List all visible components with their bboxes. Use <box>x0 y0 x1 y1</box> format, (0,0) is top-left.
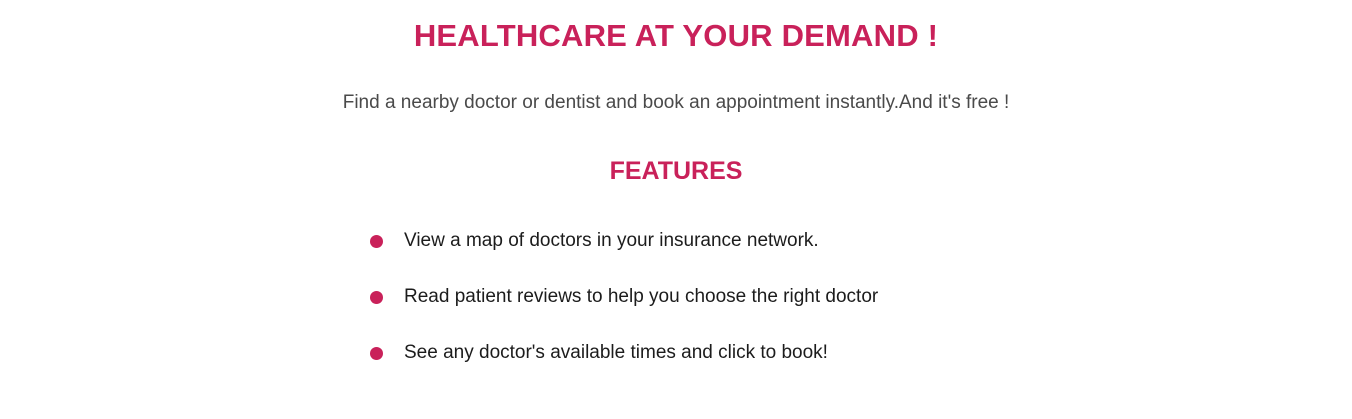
features-heading: FEATURES <box>609 157 743 185</box>
landing-section: HEALTHCARE AT YOUR DEMAND ! Find a nearb… <box>0 0 1352 419</box>
bullet-dot-icon <box>370 291 383 304</box>
hero-title: HEALTHCARE AT YOUR DEMAND ! <box>413 18 939 53</box>
bullet-dot-icon <box>370 347 383 360</box>
feature-text: Read patient reviews to help you choose … <box>404 286 879 307</box>
hero-subtitle: Find a nearby doctor or dentist and book… <box>342 92 1010 113</box>
features-list: View a map of doctors in your insurance … <box>370 226 878 394</box>
feature-item-map: View a map of doctors in your insurance … <box>370 226 878 282</box>
feature-item-booking: See any doctor's available times and cli… <box>370 338 878 394</box>
feature-text: View a map of doctors in your insurance … <box>404 230 819 251</box>
feature-item-reviews: Read patient reviews to help you choose … <box>370 282 878 338</box>
feature-text: See any doctor's available times and cli… <box>404 342 828 363</box>
bullet-dot-icon <box>370 235 383 248</box>
